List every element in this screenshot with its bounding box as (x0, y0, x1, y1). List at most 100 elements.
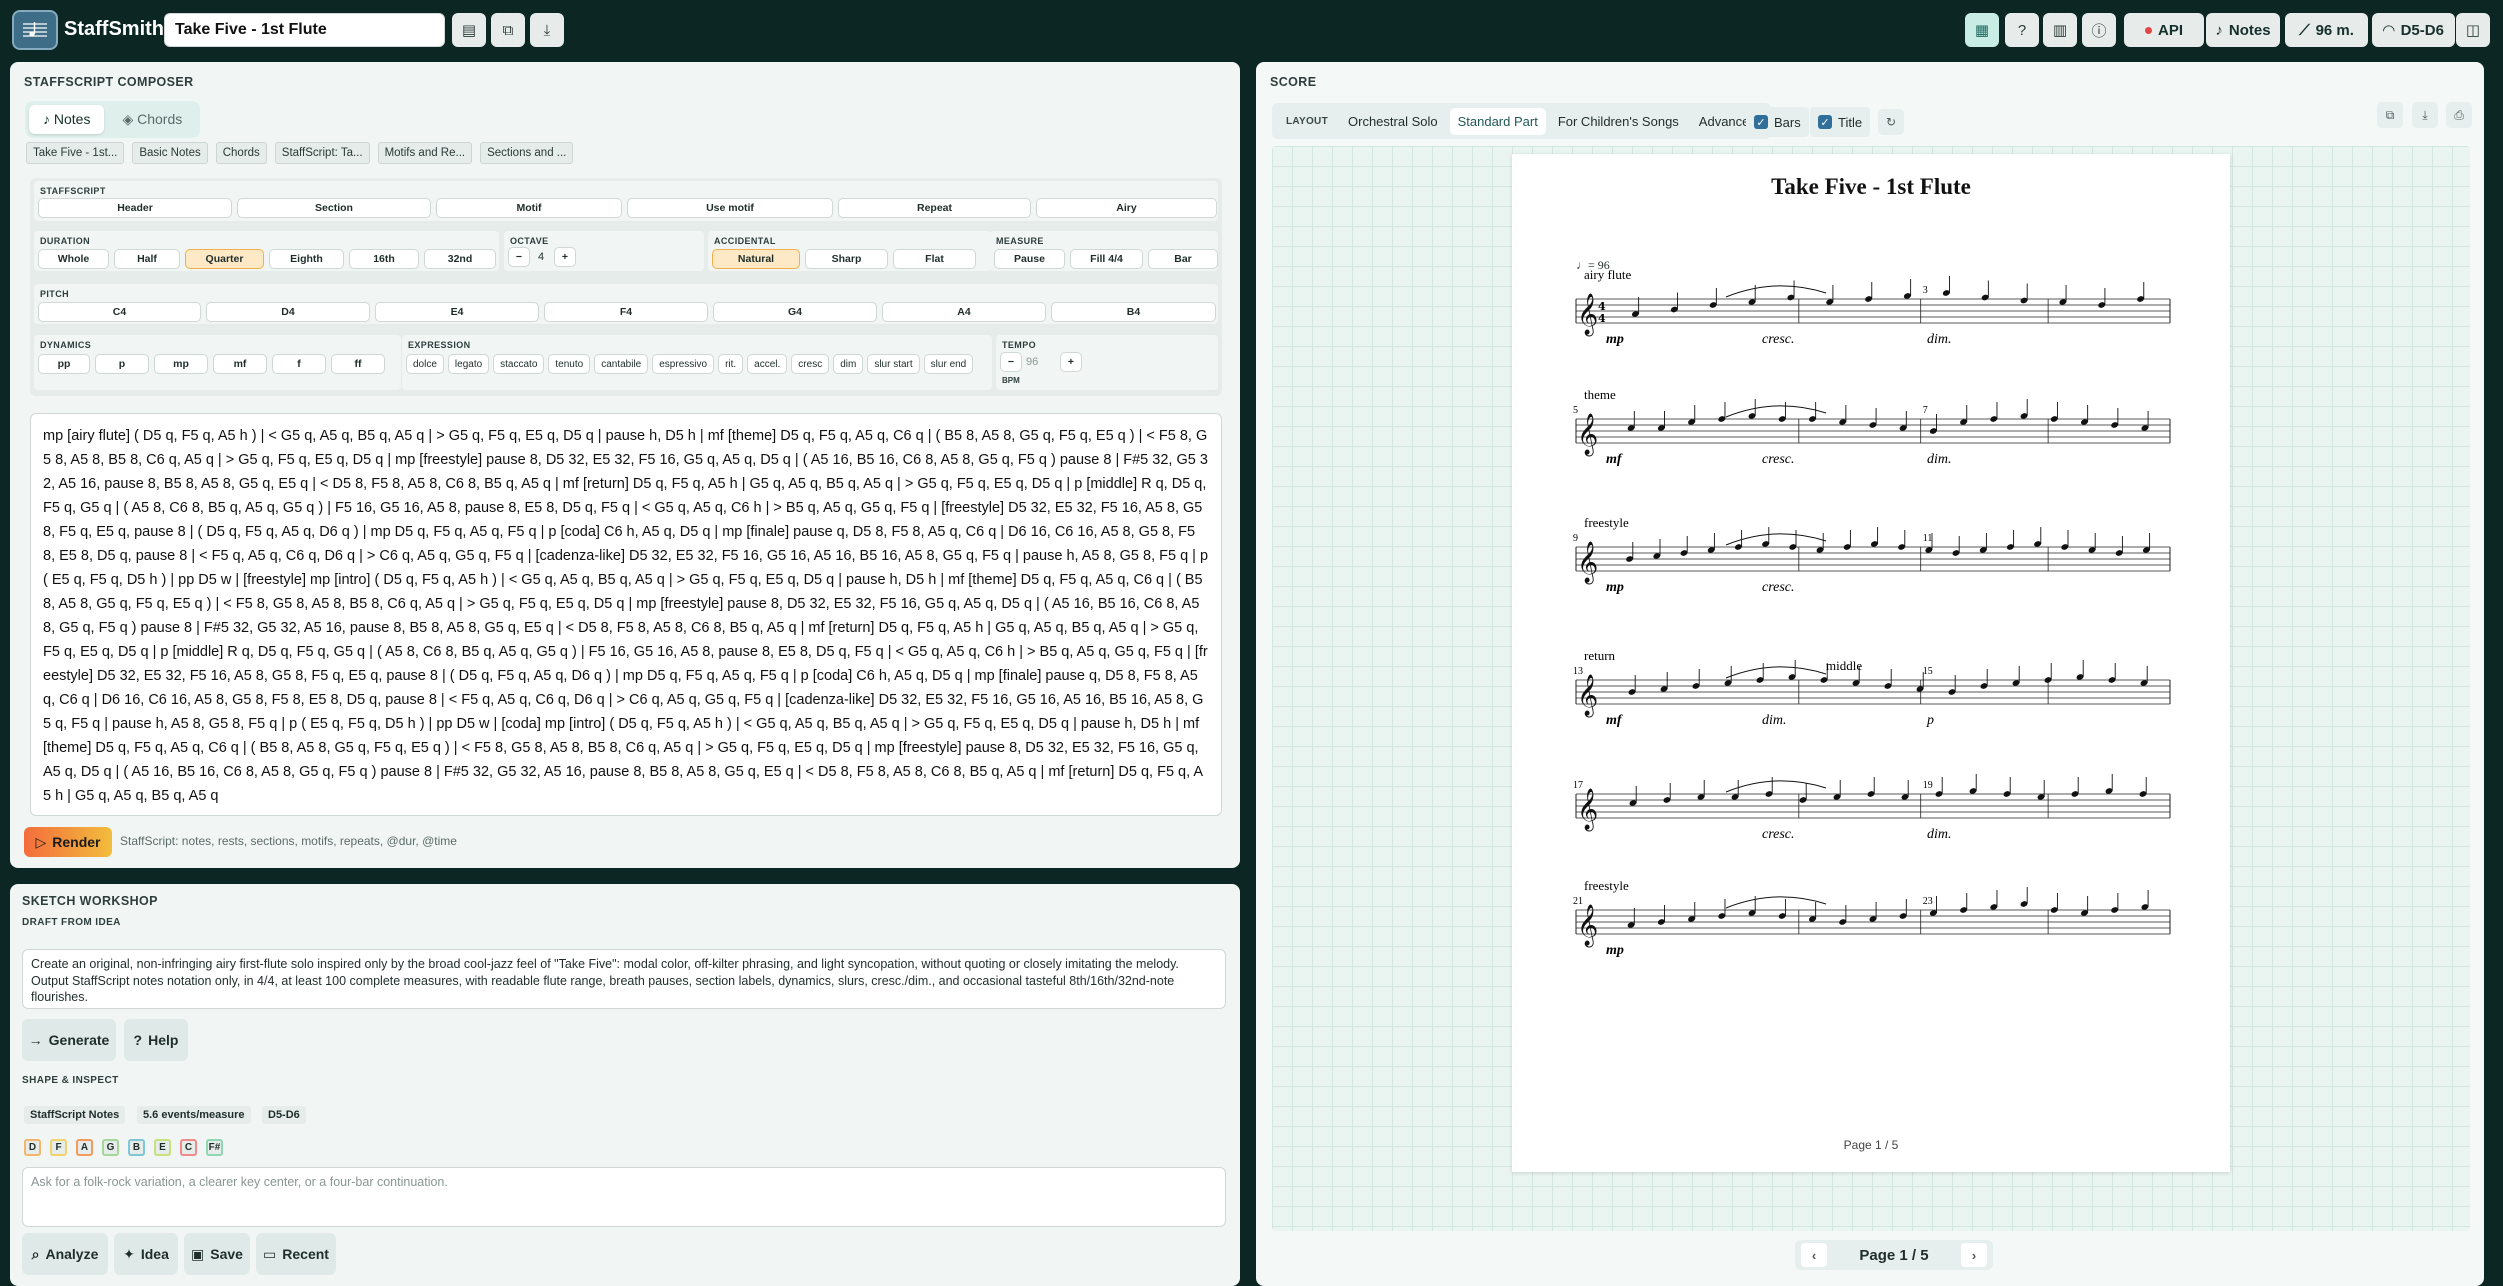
pitch-e4[interactable]: E4 (375, 302, 539, 322)
accidental-natural[interactable]: Natural (712, 249, 800, 269)
range-button[interactable]: ◠ D5-D6 (2372, 13, 2455, 47)
staffscript-editor[interactable]: mp [airy flute] ( D5 q, F5 q, A5 h ) | <… (30, 413, 1222, 816)
staffscript-group: STAFFSCRIPT Header Section Motif Use mot… (34, 181, 1218, 221)
bar-button[interactable]: Bar (1148, 249, 1218, 269)
tempo-plus-button[interactable]: + (1060, 352, 1082, 372)
duration-eighth[interactable]: Eighth (269, 249, 344, 269)
pitch-d4[interactable]: D4 (206, 302, 370, 322)
expr-tenuto[interactable]: tenuto (548, 354, 591, 374)
render-button[interactable]: ▷ Render (24, 827, 112, 857)
new-file-icon[interactable]: ▤ (452, 13, 486, 47)
expr-legato[interactable]: legato (447, 354, 490, 374)
treble-clef-glyph: 𝄞 (1577, 541, 1598, 584)
note-chip-fsharp[interactable]: F# (206, 1139, 223, 1156)
duration-16th[interactable]: 16th (349, 249, 419, 269)
library-icon[interactable]: ▥ (2043, 13, 2077, 47)
section-button[interactable]: Section (237, 198, 431, 218)
duration-quarter[interactable]: Quarter (185, 249, 264, 269)
octave-minus-button[interactable]: − (508, 247, 530, 267)
accidental-flat[interactable]: Flat (893, 249, 976, 269)
fill-measure-button[interactable]: Fill 4/4 (1070, 249, 1143, 269)
expr-cantabile[interactable]: cantabile (594, 354, 649, 374)
generate-button[interactable]: → Generate (22, 1019, 116, 1061)
title-checkbox[interactable]: ✓ Title (1810, 107, 1871, 137)
motif-button[interactable]: Motif (436, 198, 622, 218)
expr-cresc[interactable]: cresc (791, 354, 830, 374)
duration-32nd[interactable]: 32nd (424, 249, 496, 269)
tempo-minus-button[interactable]: − (1000, 352, 1022, 372)
pitch-a4[interactable]: A4 (882, 302, 1046, 322)
notes-button[interactable]: ♪ Notes (2206, 13, 2280, 47)
use-motif-button[interactable]: Use motif (627, 198, 833, 218)
expr-espressivo[interactable]: espressivo (652, 354, 715, 374)
tab-notes[interactable]: ♪ Notes (29, 105, 105, 134)
print-icon[interactable]: ⎙ (2446, 102, 2472, 128)
grid-view-icon[interactable]: ▦ (1965, 13, 1999, 47)
prev-page-button[interactable]: ‹ (1801, 1243, 1827, 1267)
dynamic-p[interactable]: p (95, 354, 149, 374)
note-chip-e[interactable]: E (154, 1139, 171, 1156)
doc-tab[interactable]: Basic Notes (132, 142, 208, 164)
duplicate-icon[interactable]: ⧉ (491, 13, 525, 47)
sidebar-toggle-icon[interactable]: ◫ (2456, 13, 2490, 47)
doc-tab[interactable]: Take Five - 1st... (26, 142, 125, 164)
doc-tab[interactable]: Motifs and Re... (377, 142, 473, 164)
help-circle-icon[interactable]: ? (2005, 13, 2039, 47)
next-page-button[interactable]: › (1961, 1243, 1987, 1267)
layout-tab-orchestral[interactable]: Orchestral Solo (1340, 108, 1446, 135)
tempo-value[interactable]: 96 (1026, 356, 1038, 368)
accidental-sharp[interactable]: Sharp (805, 249, 888, 269)
header-button[interactable]: Header (38, 198, 232, 218)
measures-button[interactable]: ⟋ 96 m. (2285, 13, 2368, 47)
repeat-button[interactable]: Repeat (838, 198, 1031, 218)
note-chip-c[interactable]: C (180, 1139, 197, 1156)
pitch-c4[interactable]: C4 (38, 302, 201, 322)
doc-tab[interactable]: StaffScript: Ta... (274, 142, 370, 164)
dynamic-ff[interactable]: ff (331, 354, 385, 374)
doc-tab[interactable]: Chords (215, 142, 267, 164)
expr-slur-start[interactable]: slur start (867, 354, 920, 374)
layout-tab-children[interactable]: For Children's Songs (1550, 108, 1687, 135)
note-chip-b[interactable]: B (128, 1139, 145, 1156)
layout-tab-standard[interactable]: Standard Part (1449, 107, 1546, 135)
octave-plus-button[interactable]: + (554, 247, 576, 267)
note-chip-d[interactable]: D (24, 1139, 41, 1156)
dynamic-pp[interactable]: pp (38, 354, 90, 374)
refresh-icon[interactable]: ↻ (1878, 109, 1904, 135)
duration-half[interactable]: Half (114, 249, 180, 269)
idea-button[interactable]: ✦ Idea (114, 1233, 178, 1275)
dynamic-f[interactable]: f (272, 354, 326, 374)
expr-slur-end[interactable]: slur end (923, 354, 974, 374)
pitch-g4[interactable]: G4 (713, 302, 877, 322)
info-icon[interactable]: ⓘ (2082, 13, 2116, 47)
note-chip-a[interactable]: A (76, 1139, 93, 1156)
dynamic-mf[interactable]: mf (213, 354, 267, 374)
doc-tab[interactable]: Sections and ... (480, 142, 574, 164)
help-button[interactable]: ? Help (124, 1019, 188, 1061)
copy-icon[interactable]: ⧉ (2377, 102, 2403, 128)
ask-input[interactable]: Ask for a folk-rock variation, a clearer… (22, 1167, 1226, 1227)
airy-button[interactable]: Airy (1036, 198, 1217, 218)
recent-button[interactable]: ▭ Recent (256, 1233, 336, 1275)
tab-chords[interactable]: ◈ Chords (108, 105, 196, 134)
note-chip-g[interactable]: G (102, 1139, 119, 1156)
bars-checkbox[interactable]: ✓ Bars (1746, 107, 1809, 137)
note-chip-f[interactable]: F (50, 1139, 67, 1156)
download-icon[interactable]: ⤓ (530, 13, 564, 47)
pause-button[interactable]: Pause (994, 249, 1065, 269)
expr-staccato[interactable]: staccato (493, 354, 545, 374)
pitch-b4[interactable]: B4 (1051, 302, 1216, 322)
expr-dolce[interactable]: dolce (406, 354, 444, 374)
expr-dim[interactable]: dim (833, 354, 864, 374)
draft-idea-textarea[interactable]: Create an original, non-infringing airy … (22, 949, 1226, 1009)
dynamic-mp[interactable]: mp (154, 354, 208, 374)
save-button[interactable]: ▣ Save (184, 1233, 250, 1275)
api-button[interactable]: API (2124, 13, 2204, 47)
download-icon[interactable]: ⤓ (2412, 102, 2438, 128)
document-title-input[interactable] (164, 13, 445, 47)
expr-accel[interactable]: accel. (747, 354, 788, 374)
analyze-button[interactable]: ⌕ Analyze (22, 1233, 108, 1275)
pitch-f4[interactable]: F4 (544, 302, 708, 322)
expr-rit[interactable]: rit. (718, 354, 744, 374)
duration-whole[interactable]: Whole (38, 249, 109, 269)
